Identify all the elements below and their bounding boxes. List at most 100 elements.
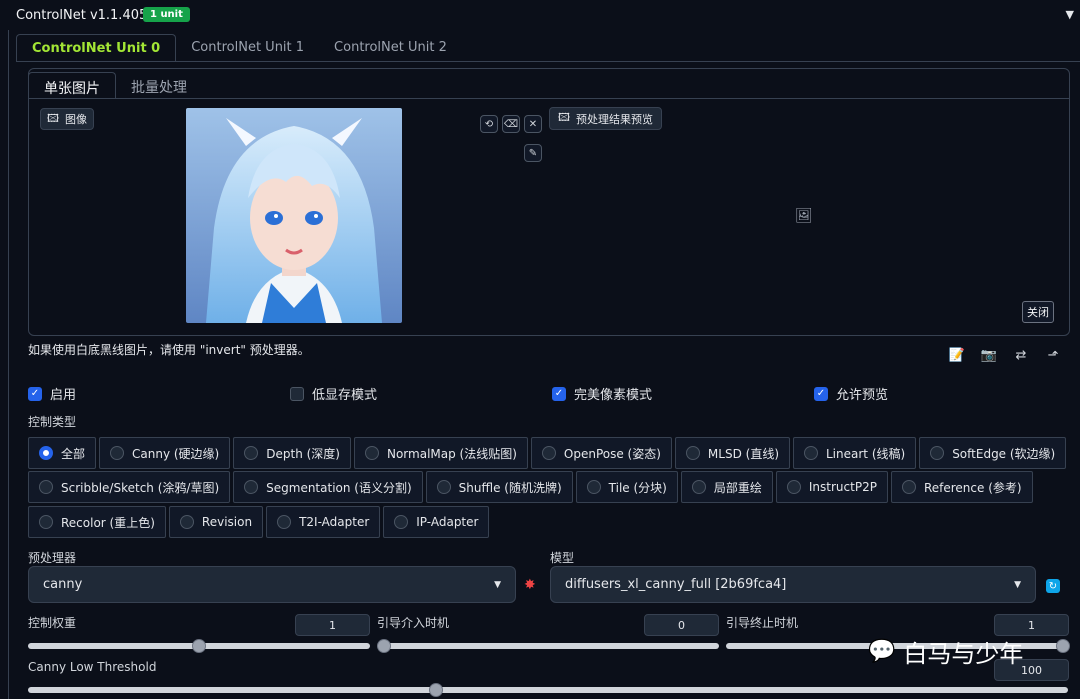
option-label: InstructP2P [808,480,877,494]
control-type-option[interactable]: Revision [168,506,264,538]
control-type-option[interactable]: Reference (参考) [890,471,1033,503]
model-select[interactable]: diffusers_xl_canny_full [2b69fca4] ▼ [550,566,1036,603]
control-type-option[interactable]: Depth (深度) [233,437,351,469]
control-type-option[interactable]: 局部重绘 [680,471,773,503]
run-preprocessor-icon[interactable]: ✸ [524,577,536,593]
brush-icon[interactable]: ✎ [524,144,542,162]
control-weight-label: 控制权重 [28,616,77,630]
camera-icon[interactable]: 📷 [980,346,998,364]
radio-icon [685,446,700,460]
option-label: Shuffle (随机洗牌) [458,480,562,495]
radio-selected-icon [39,446,53,460]
tool-icons: 📝 📷 ⇄ ⬏ [948,346,1062,364]
control-type-option[interactable]: Shuffle (随机洗牌) [425,471,573,503]
radio-icon [930,446,945,460]
guidance-start-label: 引导介入时机 [377,616,450,630]
preprocessor-select[interactable]: canny ▼ [28,566,516,603]
eraser-icon[interactable]: ⌫ [502,115,520,133]
option-label: Reference (参考) [923,480,1022,495]
radio-icon [110,446,125,460]
control-type-option[interactable]: OpenPose (姿态) [530,437,672,469]
radio-icon [586,480,601,494]
option-label: Lineart (线稿) [826,446,906,461]
tab-batch[interactable]: 批量处理 [116,72,202,99]
guidance-start-input[interactable]: 0 [644,614,719,636]
close-preview-button[interactable]: 关闭 [1022,301,1054,323]
control-weight-input[interactable]: 1 [295,614,370,636]
radio-icon [39,480,53,494]
swap-icon[interactable]: ⇄ [1012,346,1030,364]
control-type-option[interactable]: Tile (分块) [575,471,678,503]
guidance-end-input[interactable]: 1 [994,614,1069,636]
send-dimensions-icon[interactable]: ⬏ [1044,346,1062,364]
radio-icon [39,515,53,529]
lowvram-checkbox[interactable]: 低显存模式 [290,384,377,403]
image-mode-tabs: 单张图片 批量处理 [28,72,202,99]
option-label: MLSD (直线) [707,446,779,461]
option-label: Depth (深度) [266,446,340,461]
option-label: T2I-Adapter [299,515,370,529]
radio-icon [786,480,801,494]
rotate-icon[interactable]: ⟲ [480,115,498,133]
tab-unit-2[interactable]: ControlNet Unit 2 [319,34,462,62]
enable-checkbox[interactable]: ✓ 启用 [28,384,76,403]
control-type-option[interactable]: SoftEdge (软边缘) [919,437,1067,469]
tab-unit-1[interactable]: ControlNet Unit 1 [176,34,319,62]
control-type-option[interactable]: MLSD (直线) [674,437,790,469]
chevron-down-icon: ▼ [494,579,501,590]
close-icon[interactable]: ✕ [524,115,542,133]
control-type-option[interactable]: NormalMap (法线贴图) [353,437,528,469]
control-type-option[interactable]: Recolor (重上色) [28,506,166,538]
canny-low-label: Canny Low Threshold [28,660,157,674]
preview-label-text: 预处理结果预览 [575,112,653,126]
option-label: Scribble/Sketch (涂鸦/草图) [61,480,220,495]
allow-preview-checkbox[interactable]: ✓ 允许预览 [814,384,888,403]
control-type-option[interactable]: Canny (硬边缘) [99,437,231,469]
tab-single-image[interactable]: 单张图片 [28,72,116,99]
slider-thumb[interactable] [192,639,206,653]
chevron-down-icon: ▼ [1014,579,1021,590]
control-type-option[interactable]: Lineart (线稿) [793,437,917,469]
option-label: NormalMap (法线贴图) [386,446,517,461]
control-type-option[interactable]: T2I-Adapter [266,506,381,538]
checkmark-icon: ✓ [552,386,566,401]
control-type-option[interactable]: 全部 [28,437,97,469]
control-type-option[interactable]: InstructP2P [775,471,888,503]
slider-thumb[interactable] [377,639,391,653]
triangle-down-icon[interactable]: ▼ [1066,8,1074,21]
input-image[interactable] [186,108,402,323]
watermark-text: 白马与少年 [903,640,1024,668]
canny-low-slider[interactable] [28,687,1068,693]
guidance-start-slider[interactable] [377,643,719,649]
slider-thumb[interactable] [429,683,443,697]
control-type-option[interactable]: Scribble/Sketch (涂鸦/草图) [28,471,231,503]
option-label: Segmentation (语义分割) [266,480,412,495]
radio-icon [804,446,818,460]
image-icon: 🖾 [558,111,570,124]
control-type-label: 控制类型 [28,415,77,429]
wechat-icon: 💬 [868,639,896,664]
slider-thumb[interactable] [1056,639,1070,653]
radio-icon [179,515,194,529]
new-canvas-icon[interactable]: 📝 [948,346,966,364]
guidance-end-label: 引导终止时机 [726,616,799,630]
option-label: Canny (硬边缘) [132,446,220,461]
option-label: 全部 [61,446,86,461]
refresh-icon[interactable]: ↻ [1046,579,1060,593]
pixel-perfect-checkbox[interactable]: ✓ 完美像素模式 [552,384,652,403]
control-type-row-1: 全部 Canny (硬边缘) Depth (深度) NormalMap (法线贴… [28,437,1069,469]
watermark: 💬 白马与少年 [868,634,1023,669]
option-label: Tile (分块) [608,480,667,495]
control-type-row-3: Recolor (重上色) Revision T2I-Adapter IP-Ad… [28,506,492,538]
model-value: diffusers_xl_canny_full [2b69fca4] [565,577,787,592]
tab-unit-0[interactable]: ControlNet Unit 0 [16,34,177,62]
option-label: Revision [201,515,253,529]
image-icon: 🖾 [47,111,59,125]
checkmark-icon: ✓ [814,386,828,401]
control-type-option[interactable]: IP-Adapter [383,506,490,538]
radio-icon [364,446,379,460]
option-label: 局部重绘 [713,480,762,495]
radio-icon [691,480,706,494]
control-type-option[interactable]: Segmentation (语义分割) [233,471,423,503]
unit-count-badge: 1 unit [143,7,190,22]
